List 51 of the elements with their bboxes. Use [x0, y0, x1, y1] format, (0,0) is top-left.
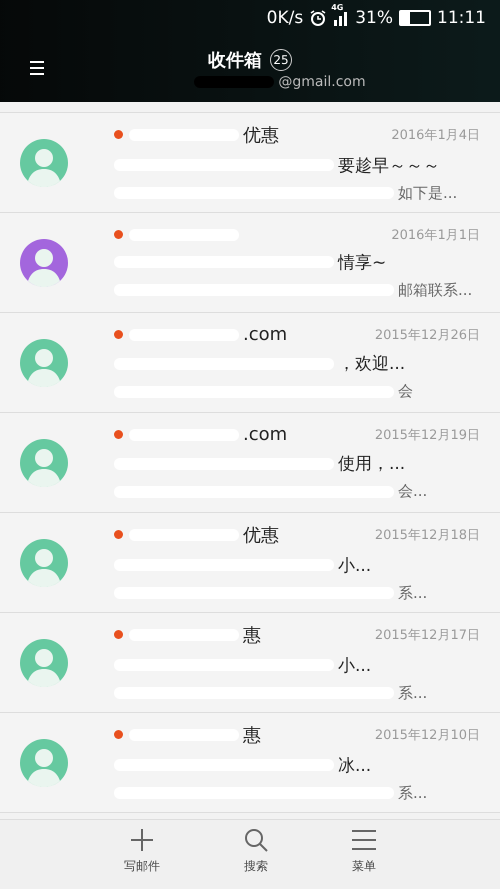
sender-name: 惠	[243, 724, 261, 746]
unread-count-badge: 25	[270, 49, 292, 71]
account-email: @gmail.com	[278, 74, 366, 90]
menu-icon	[352, 828, 376, 852]
email-date: 2016年1月4日	[391, 126, 480, 144]
search-button[interactable]: 搜索	[232, 820, 280, 889]
battery-icon	[399, 10, 431, 26]
email-date: 2015年12月17日	[374, 626, 480, 644]
avatar-icon	[20, 438, 68, 486]
network-speed: 0K/s	[266, 8, 304, 28]
sender-name: 优惠	[243, 524, 279, 546]
email-subject: 小...	[338, 554, 372, 576]
avatar-icon	[20, 738, 68, 786]
email-subject: 要趁早～～～	[338, 154, 440, 176]
alarm-icon	[309, 9, 328, 27]
email-subject: 冰...	[338, 754, 372, 776]
avatar-icon	[20, 138, 68, 186]
sender-name: 惠	[243, 624, 261, 646]
search-icon	[244, 828, 268, 852]
email-date: 2015年12月19日	[374, 426, 480, 444]
email-subject: ，欢迎...	[338, 353, 406, 375]
avatar-icon	[20, 538, 68, 586]
email-subject: 小...	[338, 654, 372, 676]
sender-name: .com	[243, 424, 288, 445]
email-date: 2015年12月18日	[374, 526, 480, 544]
sender-name: .com	[243, 324, 288, 345]
compose-button[interactable]: 写邮件	[112, 820, 172, 889]
plus-icon	[130, 828, 154, 852]
avatar-icon	[20, 638, 68, 686]
menu-icon[interactable]	[30, 60, 44, 76]
email-preview: 系...	[398, 684, 428, 702]
email-preview: 邮箱联系...	[398, 280, 472, 300]
email-preview: 如下是...	[398, 184, 458, 202]
sender-name: 优惠	[243, 124, 279, 146]
email-preview: 系...	[398, 784, 428, 802]
email-date: 2015年12月26日	[374, 326, 480, 344]
email-preview: 会...	[398, 482, 428, 501]
email-subject: 情享~	[338, 252, 386, 274]
battery-percent: 31%	[355, 8, 393, 28]
clock: 11:11	[437, 8, 486, 28]
network-type: 4G	[331, 3, 344, 12]
avatar-icon	[20, 338, 68, 386]
email-preview: 系...	[398, 584, 428, 602]
email-date: 2015年12月10日	[374, 726, 480, 744]
avatar-icon	[20, 238, 68, 286]
signal-icon	[333, 10, 350, 26]
email-preview: 会	[398, 382, 413, 401]
email-subject: 使用，...	[338, 453, 406, 475]
email-date: 2016年1月1日	[391, 226, 480, 244]
menu-button[interactable]: 菜单	[340, 820, 388, 889]
inbox-title: 收件箱	[208, 49, 262, 72]
